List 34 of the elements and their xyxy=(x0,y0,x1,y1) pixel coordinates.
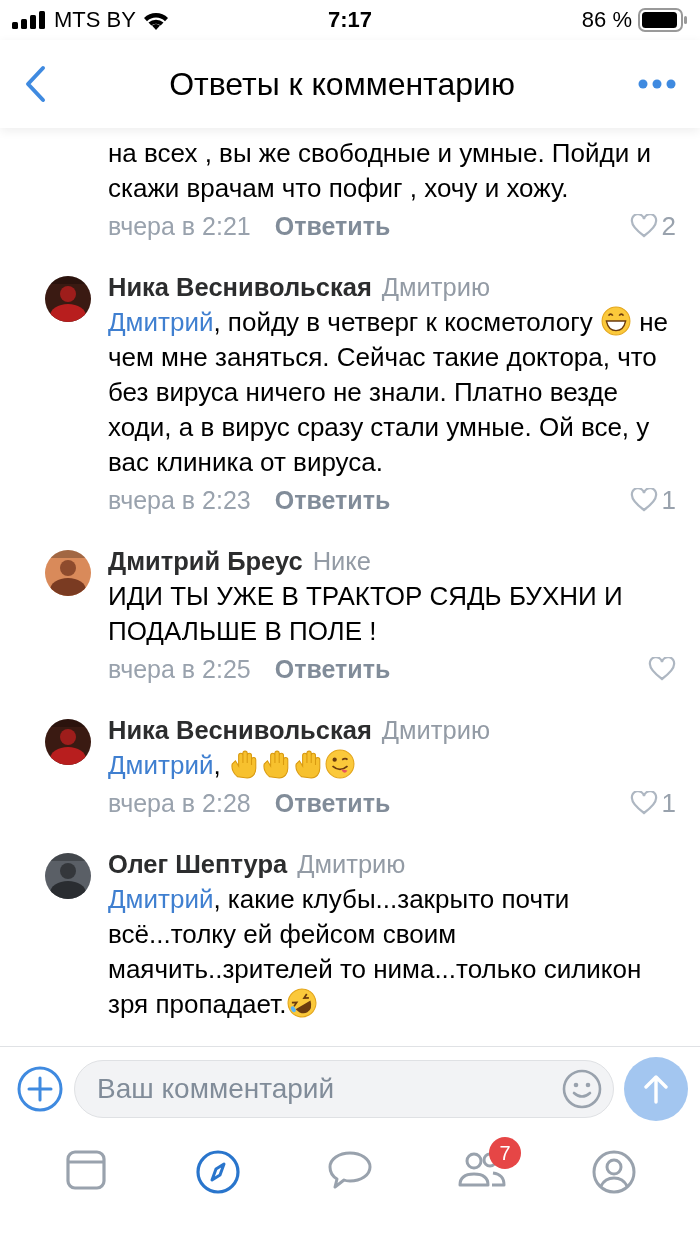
page-title: Ответы к комментарию xyxy=(169,65,515,103)
comment-field[interactable]: Ваш комментарий xyxy=(74,1060,614,1118)
mention-link[interactable]: Дмитрий xyxy=(108,307,214,337)
author-name[interactable]: Дмитрий Бреус xyxy=(108,544,303,579)
reply-to: Нике xyxy=(312,546,371,577)
carrier-name: MTS BY xyxy=(54,7,136,33)
like-count: 1 xyxy=(661,787,676,819)
reply-link[interactable]: Ответить xyxy=(274,654,391,684)
comment-text: Дмитрий, xyxy=(108,748,676,783)
comment-text: Дмитрий, какие клубы...закрыто почти всё...толку ей фейсом своим маячить..зрителей то нима...только силикон зря пропадает. xyxy=(108,883,643,1021)
author-name[interactable]: Ника Веснивольская xyxy=(108,713,372,748)
reply-to: Дмитрию xyxy=(381,272,491,303)
mention-link[interactable]: Дмитрий xyxy=(108,884,214,914)
comment-input[interactable]: Ваш комментарий xyxy=(97,1073,561,1105)
like-count: 1 xyxy=(661,484,676,516)
comment-time: вчера в 2:25 xyxy=(108,654,251,684)
mention-link[interactable]: Дмитрий xyxy=(108,750,214,780)
reply-link[interactable]: Ответить xyxy=(274,485,391,515)
comment-time: вчера в 2:23 xyxy=(108,485,251,515)
reply-to: Дмитрию xyxy=(297,849,406,880)
like-count: 2 xyxy=(661,210,676,242)
notification-badge: 7 xyxy=(489,1137,521,1169)
clock-time: 7:17 xyxy=(327,7,372,33)
author-name[interactable]: Ника Веснивольская xyxy=(108,270,372,305)
reply-link[interactable]: Ответить xyxy=(274,788,391,818)
author-name[interactable]: Олег Шептура xyxy=(108,847,288,882)
comment-text: Дмитрий, пойду в четверг к косметологу не чем мне заняться. Сейчас такие доктора, что без вируса ничего не знали. Платно везде ходи, а в вирус сразу стали умные. Ой все, у вас клиника от вируса. xyxy=(108,305,669,479)
comment-time: вчера в 2:21 xyxy=(108,211,251,241)
comment-time: вчера в 2:28 xyxy=(108,788,251,818)
comment-text: на всех , вы же свободные и умные. Пойди и скажи врачам что пофиг , хочу и хожу. xyxy=(108,137,652,205)
comment-text: ИДИ ТЫ УЖЕ В ТРАКТОР СЯДЬ БУХНИ И ПОДАЛЬШЕ В ПОЛЕ ! xyxy=(108,580,624,648)
reply-link[interactable]: Ответить xyxy=(274,211,391,241)
battery-percent: 86 % xyxy=(581,7,632,33)
reply-to: Дмитрию xyxy=(381,715,491,746)
